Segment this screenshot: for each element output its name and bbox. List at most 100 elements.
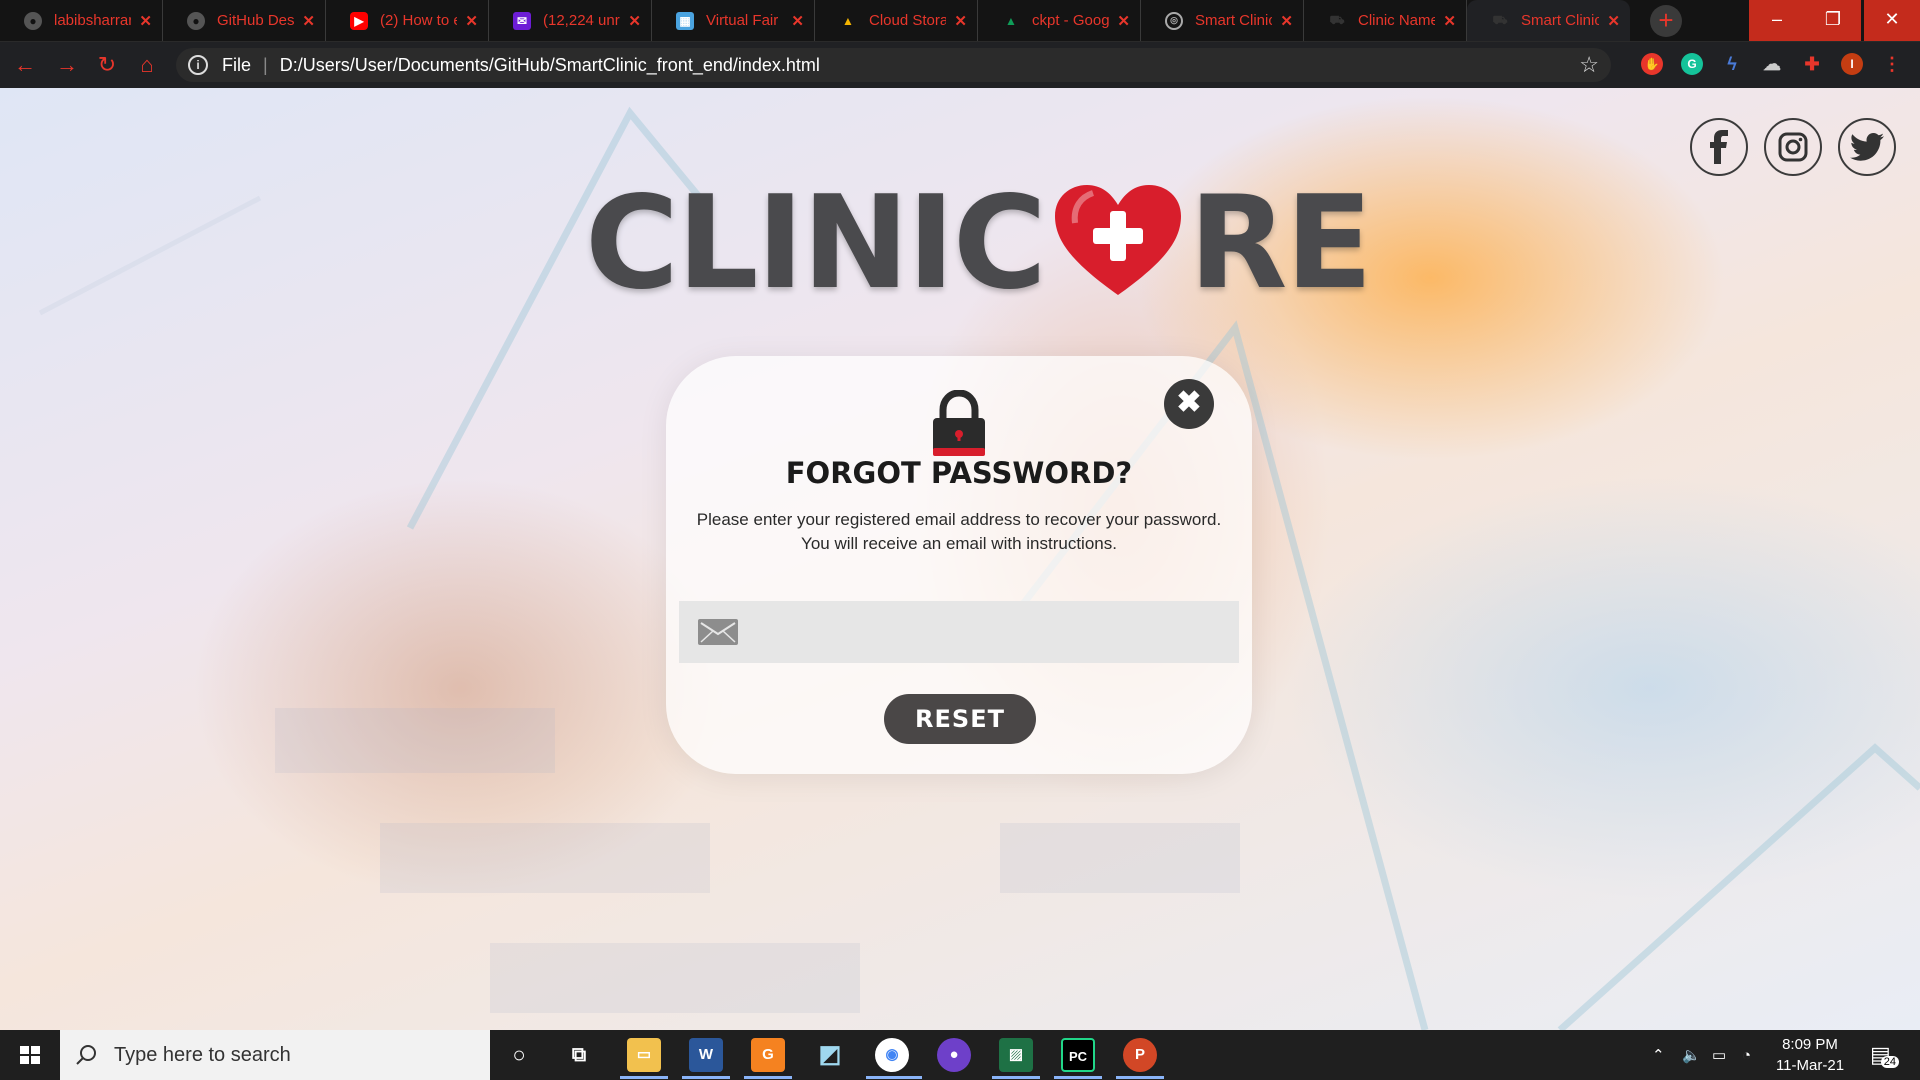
wifi-icon[interactable]: ◔	[1742, 1030, 1751, 1080]
github-desktop-icon[interactable]: ●	[937, 1038, 971, 1072]
envelope-icon	[698, 619, 738, 645]
running-indicator	[682, 1076, 730, 1079]
word-icon[interactable]: W	[689, 1038, 723, 1072]
close-tab-icon[interactable]: ✕	[465, 12, 478, 30]
battery-icon[interactable]: ▭	[1712, 1030, 1726, 1080]
lock-icon	[933, 390, 985, 456]
cart-icon: ⛟	[1329, 12, 1345, 27]
background-bar	[1000, 823, 1240, 893]
close-tab-icon[interactable]: ✕	[302, 12, 315, 30]
show-hidden-icons[interactable]: ⌃	[1652, 1030, 1665, 1080]
youtube-icon: ▶	[350, 11, 368, 30]
close-tab-icon[interactable]: ✕	[1280, 12, 1293, 30]
profile-avatar[interactable]: I	[1841, 53, 1863, 75]
grammarly-icon[interactable]: G	[1681, 53, 1703, 75]
notification-center-icon[interactable]: ▤ 24	[1870, 1030, 1900, 1080]
twitter-icon[interactable]	[1838, 118, 1896, 176]
close-tab-icon[interactable]: ✕	[1443, 12, 1456, 30]
logo-text-left: CLINIC	[585, 168, 1047, 318]
modal-close-button[interactable]: ✖	[1164, 379, 1214, 429]
instagram-icon[interactable]	[1764, 118, 1822, 176]
close-tab-icon[interactable]: ✕	[628, 12, 641, 30]
reset-button[interactable]: RESET	[884, 694, 1036, 744]
taskbar-search[interactable]: Type here to search	[60, 1030, 490, 1080]
tab-10-active[interactable]: ⛟ Smart Clinic ✕	[1467, 0, 1630, 41]
task-view-icon[interactable]: ⧉	[562, 1038, 596, 1072]
notification-count: 24	[1880, 1056, 1900, 1068]
running-indicator	[1116, 1076, 1164, 1079]
search-icon	[76, 1045, 96, 1065]
file-explorer-icon[interactable]: ▭	[627, 1038, 661, 1072]
reload-icon[interactable]: ↻	[94, 52, 120, 78]
close-tab-icon[interactable]: ✕	[1607, 12, 1620, 30]
mail-icon: ✉	[513, 11, 531, 30]
cortana-icon[interactable]: ○	[502, 1038, 536, 1072]
address-url: D:/Users/User/Documents/GitHub/SmartClin…	[279, 54, 820, 75]
tab-5[interactable]: ▦ Virtual Fair : ✕	[652, 0, 815, 41]
windows-start-icon[interactable]	[0, 1030, 60, 1080]
address-separator: |	[263, 54, 268, 75]
address-bar[interactable]: i File | D:/Users/User/Documents/GitHub/…	[176, 48, 1611, 82]
logo-text-right: RE	[1188, 168, 1373, 318]
facebook-icon[interactable]	[1690, 118, 1748, 176]
heart-cross-icon	[1054, 185, 1181, 295]
pycharm-icon[interactable]: PC	[1061, 1038, 1095, 1072]
tab-4[interactable]: ✉ (12,224 unre ✕	[489, 0, 652, 41]
running-indicator	[992, 1076, 1040, 1079]
notes-app-icon[interactable]: ◩	[813, 1038, 847, 1072]
close-tab-icon[interactable]: ✕	[954, 12, 967, 30]
running-indicator	[620, 1076, 668, 1079]
powerpoint-icon[interactable]: P	[1123, 1038, 1157, 1072]
home-icon[interactable]: ⌂	[134, 52, 160, 78]
modal-title: FORGOT PASSWORD?	[785, 456, 1133, 490]
close-tab-icon[interactable]: ✕	[139, 12, 152, 30]
tab-1[interactable]: ● labibsharrar ✕	[0, 0, 163, 41]
pdf-reader-icon[interactable]: G	[751, 1038, 785, 1072]
browser-toolbar: ← → ↻ ⌂ i File | D:/Users/User/Documents…	[0, 42, 1920, 88]
tab-9[interactable]: ⛟ Clinic Name ✕	[1304, 0, 1467, 41]
windows-taskbar: Type here to search ○ ⧉ ▭ W G ◩ ◉ ● ▨ PC…	[0, 1030, 1920, 1080]
running-indicator	[866, 1076, 922, 1079]
chrome-icon[interactable]: ◉	[875, 1038, 909, 1072]
tab-6[interactable]: ▲ Cloud Stora ✕	[815, 0, 978, 41]
modal-description: Please enter your registered email addre…	[666, 508, 1252, 556]
drive-icon: ▲	[842, 13, 854, 28]
tab-8[interactable]: ◎ Smart Clinic ✕	[1141, 0, 1304, 41]
taskbar-clock[interactable]: 8:09 PM 11-Mar-21	[1760, 1034, 1860, 1076]
email-field[interactable]	[679, 601, 1239, 663]
description-line-1: Please enter your registered email addre…	[696, 510, 1222, 529]
window-close-button[interactable]: ✕	[1864, 0, 1920, 41]
tab-7[interactable]: ▲ ckpt - Goog ✕	[978, 0, 1141, 41]
close-tab-icon[interactable]: ✕	[791, 12, 804, 30]
volume-icon[interactable]: 🔈	[1682, 1030, 1701, 1080]
new-tab-button[interactable]: +	[1650, 5, 1682, 37]
restore-button[interactable]: ❐	[1805, 0, 1861, 41]
extension-cloud-icon[interactable]: ☁	[1761, 53, 1783, 75]
tab-3[interactable]: ▶ (2) How to e ✕	[326, 0, 489, 41]
cart-icon: ⛟	[1492, 12, 1508, 27]
close-tab-icon[interactable]: ✕	[1117, 12, 1130, 30]
info-icon[interactable]: i	[188, 55, 208, 75]
browser-menu-icon[interactable]: ⋮	[1881, 53, 1903, 75]
running-indicator	[744, 1076, 792, 1079]
description-line-2: You will receive an email with instructi…	[801, 534, 1117, 553]
extensions-puzzle-icon[interactable]: ✚	[1801, 53, 1823, 75]
address-scheme: File	[222, 54, 252, 75]
github-icon: ●	[187, 11, 205, 30]
adblock-icon[interactable]: ✋	[1641, 53, 1663, 75]
clock-time: 8:09 PM	[1782, 1036, 1838, 1053]
clock-date: 11-Mar-21	[1775, 1057, 1845, 1074]
globe-icon: ◎	[1165, 11, 1183, 30]
minimize-button[interactable]: –	[1749, 0, 1805, 41]
tab-2[interactable]: ● GitHub Desk ✕	[163, 0, 326, 41]
bookmark-star-icon[interactable]: ☆	[1579, 52, 1599, 78]
tab-strip: ● labibsharrar ✕ ● GitHub Desk ✕ ▶ (2) H…	[0, 0, 1920, 42]
extension-bolt-icon[interactable]: ϟ	[1721, 53, 1743, 75]
image-app-icon[interactable]: ▨	[999, 1038, 1033, 1072]
forward-icon[interactable]: →	[54, 52, 80, 78]
background-bar	[380, 823, 710, 893]
back-icon[interactable]: ←	[12, 52, 38, 78]
background-bar	[490, 943, 860, 1013]
github-icon: ●	[24, 11, 42, 30]
drive-icon: ▲	[1005, 13, 1017, 28]
